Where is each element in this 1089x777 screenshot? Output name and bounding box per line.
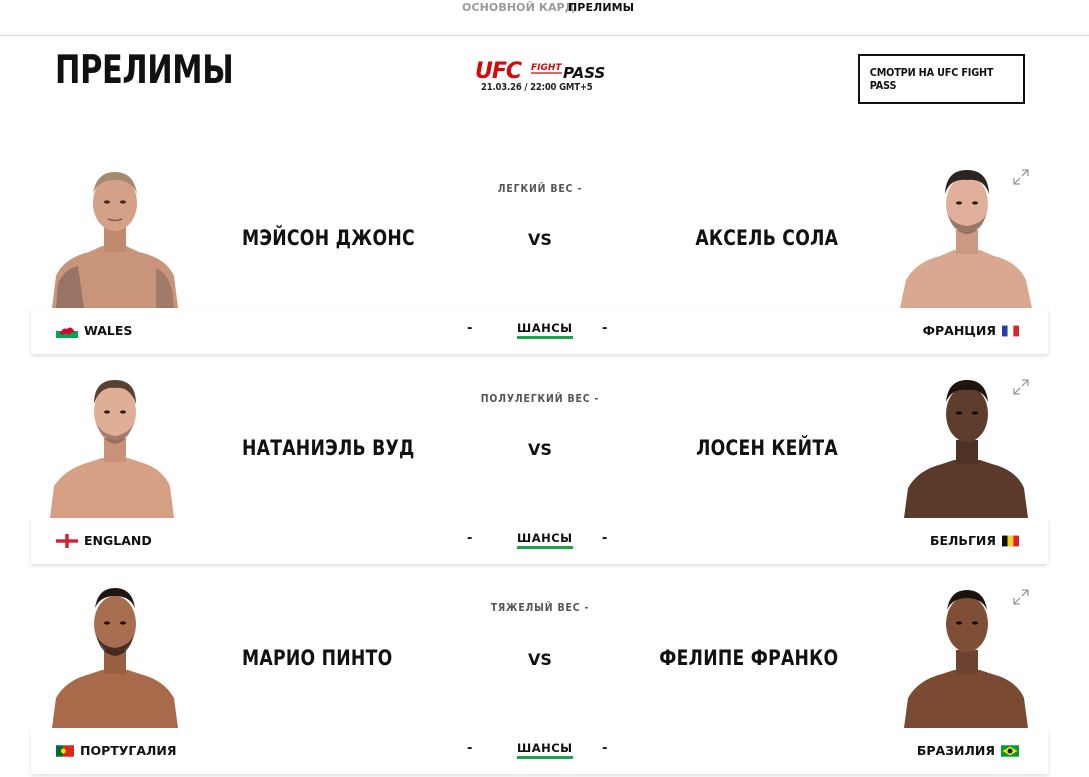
fighter-portrait-image xyxy=(52,172,178,308)
blue-corner-country: БЕЛЬГИЯ xyxy=(930,533,1019,548)
fight-row: ТЯЖЕЛЫЙ ВЕС - МАРИО ПИНТО VS ФЕЛИПЕ ФРАН… xyxy=(0,578,1089,777)
tab-prelims[interactable]: ПРЕЛИМЫ xyxy=(568,1,634,14)
expand-icon[interactable] xyxy=(1012,588,1030,606)
country-name: ФРАНЦИЯ xyxy=(922,323,996,338)
country-name: WALES xyxy=(84,323,133,338)
vs-label: VS xyxy=(528,230,552,249)
red-corner-fighter-photo[interactable] xyxy=(44,368,184,518)
blue-corner-odds: - xyxy=(602,741,608,756)
odds-link[interactable]: ШАНСЫ xyxy=(517,321,573,339)
red-corner-country: ENGLAND xyxy=(56,533,152,548)
brazil-flag-icon xyxy=(1001,744,1019,757)
england-flag-icon xyxy=(56,533,78,548)
blue-corner-name[interactable]: АКСЕЛЬ СОЛА xyxy=(695,226,838,250)
vs-label: VS xyxy=(528,440,552,459)
red-corner-name[interactable]: НАТАНИЭЛЬ ВУД xyxy=(242,436,415,460)
blue-corner-name[interactable]: ЛОСЕН КЕЙТА xyxy=(696,436,838,460)
odds-link[interactable]: ШАНСЫ xyxy=(517,531,573,549)
country-name: БЕЛЬГИЯ xyxy=(929,533,996,548)
blue-corner-country: БРАЗИЛИЯ xyxy=(917,743,1019,758)
logo-ufc-text: UFC xyxy=(475,59,522,84)
fight-info-bar: ENGLAND - ШАНСЫ - БЕЛЬГИЯ xyxy=(31,518,1048,564)
red-corner-odds: - xyxy=(467,531,473,546)
belgium-flag-icon xyxy=(1002,535,1019,546)
blue-corner-name[interactable]: ФЕЛИПЕ ФРАНКО xyxy=(659,646,838,670)
red-corner-fighter-photo[interactable] xyxy=(44,578,184,728)
ufc-fight-pass-logo: UFC FIGHT PASS xyxy=(475,59,605,84)
country-name: БРАЗИЛИЯ xyxy=(916,743,995,758)
page-title: ПРЕЛИМЫ xyxy=(55,48,234,93)
red-corner-country: ПОРТУГАЛИЯ xyxy=(56,743,177,758)
fight-row: ЛЕГКИЙ ВЕС - МЭЙСОН ДЖОНС VS АКСЕЛЬ СОЛА xyxy=(0,158,1089,368)
red-corner-name[interactable]: МАРИО ПИНТО xyxy=(242,646,392,670)
expand-icon[interactable] xyxy=(1012,168,1030,186)
expand-icon[interactable] xyxy=(1012,378,1030,396)
fight-info-bar: ПОРТУГАЛИЯ - ШАНСЫ - БРАЗИЛИЯ xyxy=(31,728,1048,774)
red-corner-name[interactable]: МЭЙСОН ДЖОНС xyxy=(242,226,415,250)
red-corner-fighter-photo[interactable] xyxy=(44,158,184,308)
red-corner-odds: - xyxy=(467,741,473,756)
tab-main-card[interactable]: ОСНОВНОЙ КАРД xyxy=(462,1,575,14)
wales-flag-icon xyxy=(56,323,78,338)
card-subnav: ОСНОВНОЙ КАРД ПРЕЛИМЫ xyxy=(0,0,1089,36)
weight-class-label: ПОЛУЛЕГКИЙ ВЕС - xyxy=(480,392,600,405)
weight-class-label: ЛЕГКИЙ ВЕС - xyxy=(497,182,583,195)
blue-corner-odds: - xyxy=(602,531,608,546)
portugal-flag-icon xyxy=(56,744,74,757)
blue-corner-country: ФРАНЦИЯ xyxy=(923,323,1019,338)
fight-info-bar: WALES - ШАНСЫ - ФРАНЦИЯ xyxy=(31,308,1048,354)
red-corner-country: WALES xyxy=(56,323,132,338)
event-date: 21.03.26 / 22:00 GMT+5 xyxy=(481,82,593,93)
fight-row: ПОЛУЛЕГКИЙ ВЕС - НАТАНИЭЛЬ ВУД VS ЛОСЕН … xyxy=(0,368,1089,578)
fighter-portrait-image xyxy=(52,588,178,728)
blue-corner-odds: - xyxy=(602,321,608,336)
watch-button-label: СМОТРИ НА UFC FIGHT PASS xyxy=(869,66,994,92)
france-flag-icon xyxy=(1002,325,1019,336)
country-name: ПОРТУГАЛИЯ xyxy=(80,743,177,758)
logo-pass-text: PASS xyxy=(563,64,605,82)
red-corner-odds: - xyxy=(467,321,473,336)
vs-label: VS xyxy=(528,650,552,669)
logo-fight-text: FIGHT xyxy=(531,63,562,73)
weight-class-label: ТЯЖЕЛЫЙ ВЕС - xyxy=(490,601,590,614)
watch-on-fight-pass-button[interactable]: СМОТРИ НА UFC FIGHT PASS xyxy=(858,54,1025,104)
country-name: ENGLAND xyxy=(84,533,152,548)
odds-link[interactable]: ШАНСЫ xyxy=(517,741,573,759)
fighter-portrait-image xyxy=(50,380,174,518)
